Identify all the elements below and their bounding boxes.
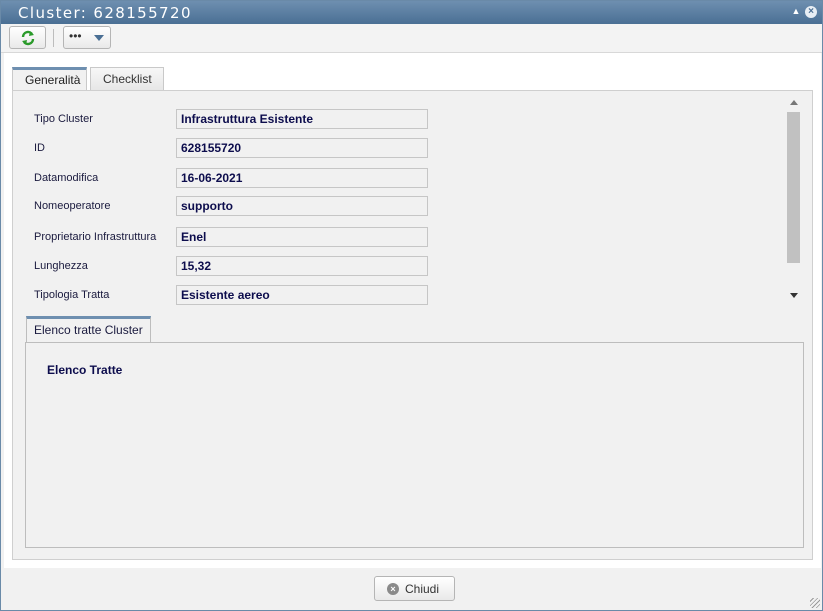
scrollbar-thumb[interactable]: [787, 112, 800, 263]
tab-elenco-tratte-cluster[interactable]: Elenco tratte Cluster: [26, 316, 151, 343]
tab-checklist[interactable]: Checklist: [90, 67, 164, 91]
nomeoperatore-field[interactable]: supporto: [176, 196, 428, 216]
close-button-label: Chiudi: [405, 582, 440, 596]
subtab-label: Elenco tratte Cluster: [34, 323, 143, 337]
tab-generalita[interactable]: Generalità: [12, 67, 87, 92]
field-label: Lunghezza: [34, 260, 88, 272]
close-circle-icon: ×: [387, 583, 399, 595]
cluster-form: Tipo Cluster Infrastruttura Esistente ID…: [13, 91, 813, 313]
generalita-panel: Tipo Cluster Infrastruttura Esistente ID…: [12, 90, 813, 560]
chevron-down-icon: [94, 35, 104, 41]
datamodifica-field[interactable]: 16-06-2021: [176, 168, 428, 188]
refresh-button[interactable]: [9, 26, 46, 49]
toolbar-separator: [53, 29, 54, 47]
tab-label: Checklist: [103, 72, 152, 86]
scroll-down-icon[interactable]: [790, 293, 798, 298]
field-label: Tipo Cluster: [34, 113, 93, 125]
resize-handle[interactable]: [810, 598, 820, 608]
window-title: Cluster: 628155720: [18, 4, 192, 22]
close-button[interactable]: × Chiudi: [374, 576, 455, 601]
scroll-up-icon[interactable]: [790, 100, 798, 105]
elenco-tratte-panel: Elenco Tratte: [25, 342, 804, 548]
field-label: Proprietario Infrastruttura: [34, 231, 157, 243]
toolbar: •••: [1, 24, 822, 53]
field-label: ID: [34, 142, 45, 154]
more-actions-button[interactable]: •••: [63, 26, 111, 49]
more-dots: •••: [69, 29, 82, 43]
tab-label: Generalità: [25, 73, 81, 87]
close-icon[interactable]: ×: [805, 6, 817, 18]
lunghezza-field[interactable]: 15,32: [176, 256, 428, 276]
field-label: Tipologia Tratta: [34, 289, 110, 301]
refresh-icon: [21, 30, 35, 46]
field-label: Datamodifica: [34, 172, 99, 184]
tipo-cluster-field[interactable]: Infrastruttura Esistente: [176, 109, 428, 129]
proprietario-field[interactable]: Enel: [176, 227, 428, 247]
elenco-tratte-heading: Elenco Tratte: [47, 363, 123, 377]
title-bar[interactable]: Cluster: 628155720 ▲ ×: [1, 1, 822, 24]
field-label: Nomeoperatore: [34, 200, 111, 212]
id-field[interactable]: 628155720: [176, 138, 428, 158]
minimize-icon[interactable]: ▲: [790, 5, 802, 17]
tipologia-tratta-field[interactable]: Esistente aereo: [176, 285, 428, 305]
cluster-dialog: Cluster: 628155720 ▲ × ••• Generalità Ch…: [0, 0, 823, 611]
dialog-content: Generalità Checklist Tipo Cluster Infras…: [4, 53, 821, 568]
form-scrollbar[interactable]: [787, 96, 802, 306]
dialog-footer: × Chiudi: [4, 568, 821, 608]
